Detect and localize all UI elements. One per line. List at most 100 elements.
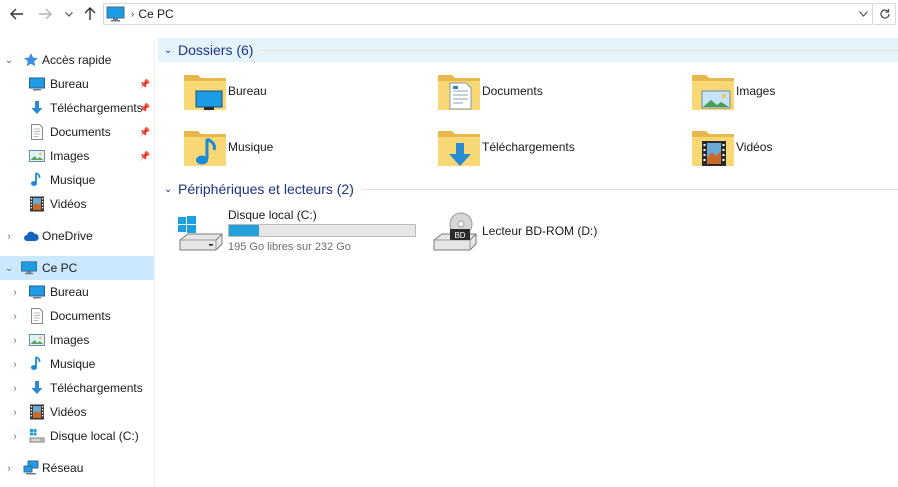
nav-quick-musique[interactable]: Musique [0,168,154,192]
group-header-label: Périphériques et lecteurs (2) [178,181,354,197]
drive-tile-d[interactable]: BD Lecteur BD-ROM (D:) [432,208,682,258]
nav-quick-access[interactable]: ⌄ Accès rapide [0,48,154,72]
group-divider [361,188,898,190]
nav-item-label: Musique [50,357,96,371]
arrow-left-icon [10,8,23,20]
nav-item-label: Disque local (C:) [50,429,139,443]
group-header-folders[interactable]: ⌄ Dossiers (6) [158,38,898,62]
chevron-right-icon[interactable]: › [9,287,21,298]
folder-label: Documents [482,84,543,98]
chevron-right-icon[interactable]: › [9,407,21,418]
drive-d-name: Lecteur BD-ROM (D:) [482,224,598,238]
nav-pc-disque-local[interactable]: › Disque local (C:) [0,424,154,448]
nav-pc-bureau[interactable]: › Bureau [0,280,154,304]
pin-icon[interactable]: 📌 [139,103,150,114]
chevron-down-icon[interactable]: ⌄ [3,55,15,66]
desktop-icon [29,285,45,299]
drive-tile-c[interactable]: Disque local (C:) 195 Go libres sur 232 … [178,208,428,258]
forward-button[interactable] [34,3,56,25]
nav-item-label: Images [50,149,90,163]
folder-tile-images[interactable]: Images [690,67,898,117]
nav-item-label: Bureau [50,285,89,299]
nav-pc-videos[interactable]: › Vidéos [0,400,154,424]
nav-pc-musique[interactable]: › Musique [0,352,154,376]
recent-locations-button[interactable] [62,3,76,25]
breadcrumb-current[interactable]: Ce PC [138,7,173,21]
folder-tile-documents[interactable]: Documents [436,67,676,117]
nav-network[interactable]: › Réseau [0,456,154,480]
nav-onedrive-label: OneDrive [42,229,93,243]
folder-label: Téléchargements [482,140,575,154]
nav-pc-telechargements[interactable]: › Téléchargements [0,376,154,400]
chevron-right-icon[interactable]: › [3,231,15,242]
pictures-icon [29,150,45,162]
computer-icon [106,6,125,22]
pin-icon[interactable]: 📌 [139,151,150,162]
chevron-right-icon[interactable]: › [3,463,15,474]
drive-usage-fill [229,225,259,236]
videos-folder-icon [692,131,734,166]
nav-quick-documents[interactable]: Documents 📌 [0,120,154,144]
refresh-button[interactable] [874,3,896,25]
download-icon [31,381,43,394]
group-header-label: Dossiers (6) [178,42,254,58]
chevron-down-icon[interactable] [859,11,868,17]
back-button[interactable] [6,3,28,25]
drive-c-name: Disque local (C:) [228,208,317,222]
nav-pc-images[interactable]: › Images [0,328,154,352]
music-folder-icon [184,131,226,166]
nav-quick-videos[interactable]: Vidéos [0,192,154,216]
group-header-devices[interactable]: ⌄ Périphériques et lecteurs (2) [158,177,898,201]
pin-icon[interactable]: 📌 [139,127,150,138]
folder-tile-videos[interactable]: Vidéos [690,123,898,173]
chevron-down-icon[interactable]: ⌄ [164,184,176,195]
folder-tile-musique[interactable]: Musique [182,123,422,173]
chevron-right-icon[interactable]: › [9,359,21,370]
bd-badge: BD [454,231,465,240]
desktop-icon [29,77,45,91]
document-icon [31,124,43,140]
nav-network-label: Réseau [42,461,84,475]
nav-pc-documents[interactable]: › Documents [0,304,154,328]
download-icon [31,101,43,114]
arrow-right-icon [39,8,52,20]
network-icon [23,460,39,475]
nav-item-label: Vidéos [50,405,87,419]
pane-divider[interactable] [154,40,155,487]
chevron-down-icon [65,11,73,17]
arrow-up-icon [84,7,96,20]
navigation-bar: › Ce PC [0,0,898,28]
folder-tile-bureau[interactable]: Bureau [182,67,422,117]
nav-this-pc[interactable]: ⌄ Ce PC [0,256,154,280]
bd-rom-drive-icon: BD [433,212,477,251]
nav-quick-telechargements[interactable]: Téléchargements 📌 [0,96,154,120]
nav-item-label: Documents [50,309,111,323]
chevron-right-icon[interactable]: › [9,335,21,346]
documents-folder-icon [438,75,480,110]
chevron-right-icon[interactable]: › [9,311,21,322]
star-icon [24,53,38,67]
nav-quick-images[interactable]: Images 📌 [0,144,154,168]
folder-label: Vidéos [736,140,773,154]
chevron-right-icon[interactable]: › [9,431,21,442]
music-icon [31,172,41,186]
windows-drive-icon [178,216,223,251]
nav-quick-access-label: Accès rapide [42,53,112,67]
nav-quick-bureau[interactable]: Bureau 📌 [0,72,154,96]
nav-item-label: Images [50,333,90,347]
drive-icon [29,429,45,443]
chevron-down-icon[interactable]: ⌄ [164,45,176,56]
folder-tile-telechargements[interactable]: Téléchargements [436,123,676,173]
desktop-folder-icon [184,75,226,110]
folder-label: Musique [228,140,274,154]
folder-label: Images [736,84,776,98]
up-button[interactable] [79,3,101,25]
computer-icon [21,261,37,275]
drive-c-free-space: 195 Go libres sur 232 Go [228,241,351,253]
nav-onedrive[interactable]: › OneDrive [0,224,154,248]
chevron-down-icon[interactable]: ⌄ [3,263,15,274]
onedrive-cloud-icon [24,231,39,241]
chevron-right-icon[interactable]: › [9,383,21,394]
pin-icon[interactable]: 📌 [139,79,150,90]
address-bar[interactable]: › Ce PC [103,3,873,25]
